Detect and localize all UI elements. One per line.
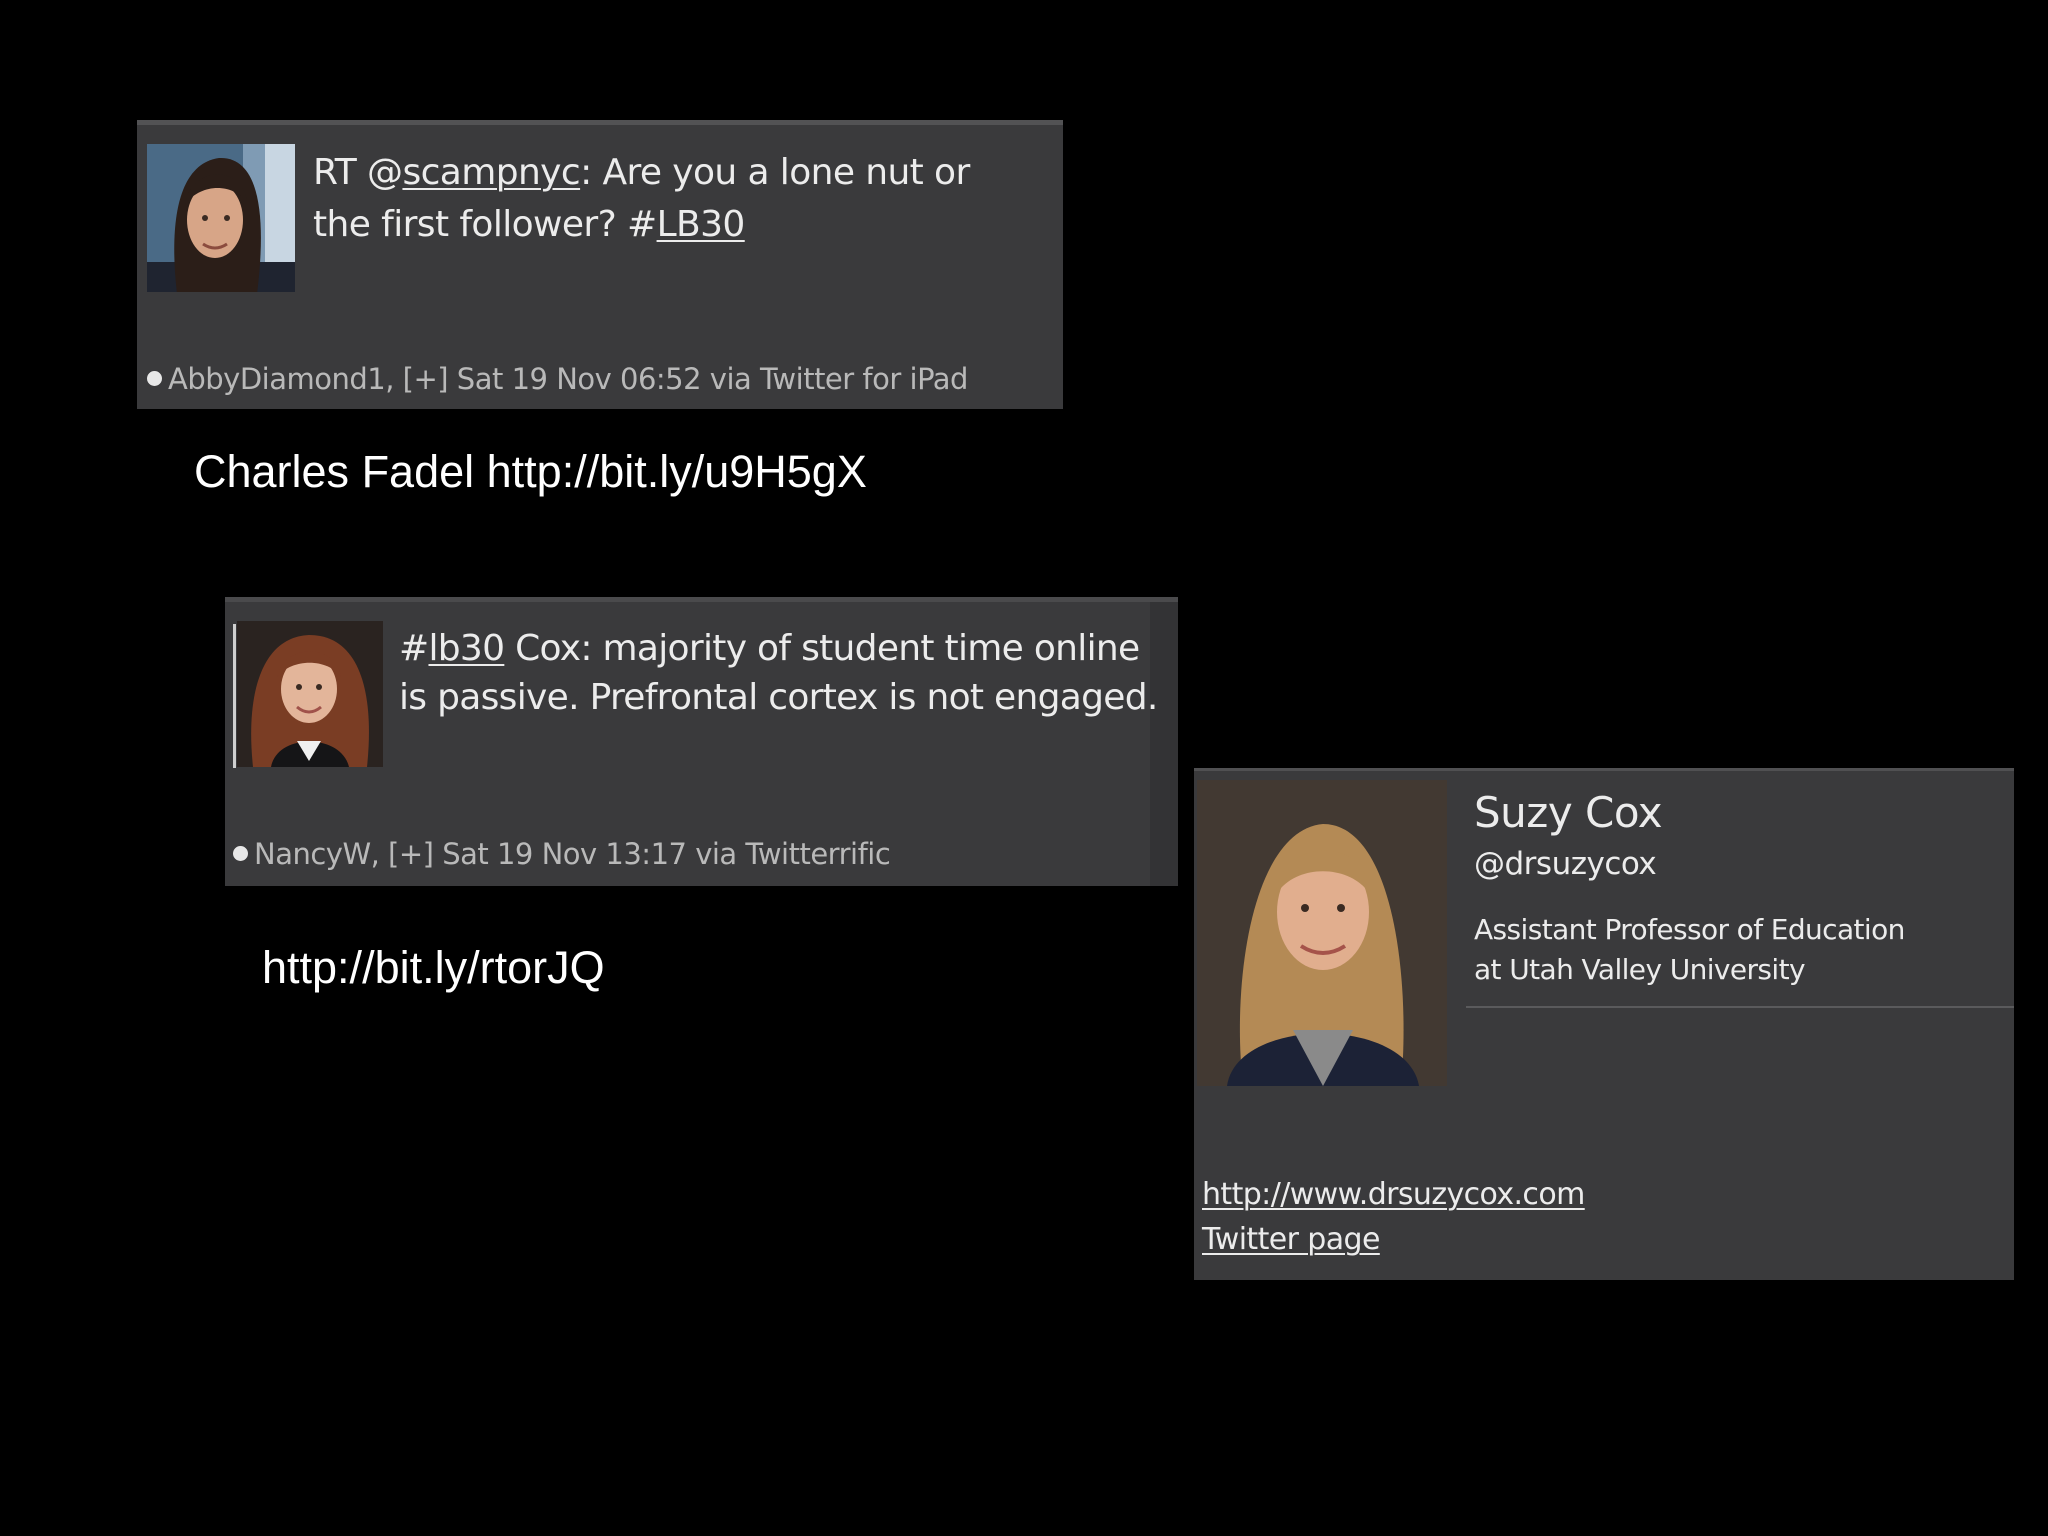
tweet-author[interactable]: AbbyDiamond1 xyxy=(168,362,386,396)
tweet-meta: NancyW, [+] Sat 19 Nov 13:17 via Twitter… xyxy=(233,836,891,872)
tweet-card-abbydiamond1: RT @scampnyc: Are you a lone nut or the … xyxy=(137,120,1063,409)
tweet-card-nancyw: #lb30 Cox: majority of student time onli… xyxy=(225,597,1178,886)
twitter-page-link[interactable]: Twitter page xyxy=(1202,1220,1380,1260)
profile-handle: @drsuzycox xyxy=(1474,846,1657,882)
website-link[interactable]: http://www.drsuzycox.com xyxy=(1202,1175,1585,1215)
profile-bio-line: Assistant Professor of Education xyxy=(1474,913,1905,946)
hashtag-link[interactable]: LB30 xyxy=(657,204,746,245)
tweet-meta: AbbyDiamond1, [+] Sat 19 Nov 06:52 via T… xyxy=(147,361,968,397)
profile-bio-line: at Utah Valley University xyxy=(1474,953,1806,986)
profile-name: Suzy Cox xyxy=(1474,788,1663,837)
tweet-text-prefix: RT @ xyxy=(313,152,403,193)
tweet-text: #lb30 Cox: majority of student time onli… xyxy=(399,624,1159,722)
user-avatar-abbydiamond1[interactable] xyxy=(147,144,295,292)
tweet-timestamp: , [+] Sat 19 Nov 13:17 via Twitterrific xyxy=(370,837,891,871)
bullet-icon xyxy=(233,845,248,861)
tweet-text-prefix: # xyxy=(399,628,429,669)
bullet-icon xyxy=(147,370,162,386)
profile-bio: Assistant Professor of Education at Utah… xyxy=(1474,910,1994,990)
card-rule xyxy=(233,624,236,768)
tweet-author[interactable]: NancyW xyxy=(254,837,371,871)
slide-caption-fadel: Charles Fadel http://bit.ly/u9H5gX xyxy=(194,446,867,497)
tweet-text-body: Cox: majority of student time online is … xyxy=(399,628,1158,718)
profile-photo[interactable] xyxy=(1197,780,1447,1086)
slide-caption-link: http://bit.ly/rtorJQ xyxy=(262,942,605,993)
tweet-text: RT @scampnyc: Are you a lone nut or the … xyxy=(313,147,1033,251)
user-avatar-nancyw[interactable] xyxy=(237,621,383,767)
tweet-timestamp: , [+] Sat 19 Nov 06:52 via Twitter for i… xyxy=(385,362,968,396)
divider xyxy=(1466,1006,2014,1008)
hashtag-link[interactable]: lb30 xyxy=(428,628,505,669)
profile-card-suzycox: Suzy Cox @drsuzycox Assistant Professor … xyxy=(1194,768,2014,1280)
mention-link[interactable]: scampnyc xyxy=(402,152,580,193)
